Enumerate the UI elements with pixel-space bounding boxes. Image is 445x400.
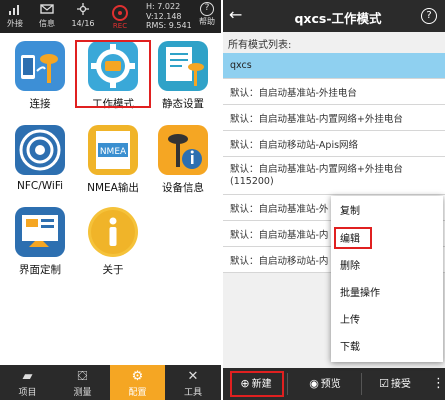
page-title: qxcs-工作模式 (294, 11, 382, 26)
tile-label: 界面定制 (19, 264, 61, 276)
tile-label: NFC/WiFi (16, 180, 64, 192)
list-item[interactable]: 默认：自启动移动站-Apis网络 (223, 131, 445, 157)
menu-item-download[interactable]: 下载 (331, 334, 443, 362)
satellite-count: 14/16 (71, 19, 95, 28)
checkbox-icon: ☑ (379, 377, 389, 390)
nav-label: 工具 (183, 388, 202, 398)
left-screen: 外接 信息 14/16 REC H: 7.022 V:12.148 RMS: 9… (0, 0, 221, 400)
nav-tools[interactable]: ✕ 工具 (165, 365, 221, 400)
info-device-icon (158, 125, 208, 175)
preview-button[interactable]: ◉ 预览 (295, 371, 355, 397)
eye-icon: ◉ (309, 377, 319, 390)
menu-item-batch[interactable]: 批量操作 (331, 280, 443, 308)
svg-text:NMEA: NMEA (100, 147, 127, 157)
context-menu: 复制 编辑 删除 批量操作 上传 下载 (331, 196, 443, 362)
precision-readout: H: 7.022 V:12.148 RMS: 9.541 (146, 2, 192, 31)
antenna-status[interactable]: 外接 (0, 2, 30, 29)
record-icon (112, 5, 128, 21)
edit-highlight (334, 227, 372, 249)
document-icon (158, 41, 208, 91)
help-icon[interactable]: ? (421, 8, 437, 24)
back-arrow-icon[interactable]: ← (229, 5, 242, 25)
record-label: REC (112, 22, 128, 30)
customize-icon (15, 207, 65, 257)
status-bar: 外接 信息 14/16 REC H: 7.022 V:12.148 RMS: 9… (0, 0, 221, 33)
tile-label: NMEA输出 (87, 182, 139, 194)
work-mode-highlight (75, 40, 151, 108)
tile-device-info[interactable]: 设备信息 (148, 117, 218, 195)
tools-icon: ✕ (187, 369, 199, 384)
measure-icon: ⛋ (77, 369, 88, 384)
list-item[interactable]: 默认：自启动基准站-外挂电台 (223, 79, 445, 105)
record-button[interactable]: REC (108, 3, 132, 31)
folder-icon: ▰ (22, 369, 33, 384)
h-value: H: 7.022 (146, 2, 181, 11)
antenna-label: 外接 (7, 19, 23, 28)
tile-nfc-wifi[interactable]: NFC/WiFi (5, 117, 75, 192)
gear-icon: ⚙ (131, 369, 144, 384)
tile-label: 静态设置 (162, 98, 204, 110)
menu-item-delete[interactable]: 删除 (331, 253, 443, 281)
wifi-icon (15, 125, 65, 175)
v-value: V:12.148 (146, 11, 182, 21)
about-icon (88, 207, 138, 257)
nav-project[interactable]: ▰ 项目 (0, 365, 55, 400)
tile-ui-customize[interactable]: 界面定制 (5, 199, 75, 277)
tile-nmea-output[interactable]: NMEA NMEA输出 (78, 117, 148, 195)
satellite-status[interactable]: 14/16 (68, 2, 98, 29)
bottom-nav: ▰ 项目 ⛋ 测量 ⚙ 配置 ✕ 工具 (0, 365, 221, 400)
tile-label: 设备信息 (162, 182, 204, 194)
nav-label: 测量 (73, 388, 92, 398)
nmea-icon: NMEA (88, 125, 138, 175)
tile-about[interactable]: 关于 (78, 199, 148, 277)
antenna-icon (0, 2, 30, 18)
list-item[interactable]: 默认：自启动基准站-内置网络+外挂电台 (223, 105, 445, 131)
message-icon (32, 2, 62, 18)
help-label: 帮助 (199, 17, 215, 26)
tile-label: 连接 (29, 98, 51, 110)
nav-measure[interactable]: ⛋ 测量 (55, 365, 110, 400)
header-bar: ← qxcs-工作模式 ? (223, 0, 445, 32)
nav-label: 配置 (128, 388, 147, 398)
menu-item-upload[interactable]: 上传 (331, 307, 443, 335)
satellite-icon (68, 2, 98, 18)
new-highlight (230, 371, 284, 397)
tile-label: 关于 (102, 264, 124, 276)
message-status[interactable]: 信息 (32, 2, 62, 29)
connect-icon (15, 41, 65, 91)
help-icon: ? (200, 2, 214, 16)
tile-static-settings[interactable]: 静态设置 (148, 33, 218, 111)
message-label: 信息 (39, 19, 55, 28)
list-item[interactable]: qxcs (223, 53, 445, 79)
list-header: 所有模式列表: (228, 40, 292, 51)
nav-config[interactable]: ⚙ 配置 (110, 365, 165, 400)
menu-item-copy[interactable]: 复制 (331, 198, 443, 226)
nav-label: 项目 (18, 388, 37, 398)
rms-value: RMS: 9.541 (146, 21, 192, 30)
help-button[interactable]: ? 帮助 (195, 2, 219, 28)
more-vert-icon[interactable]: ⋮ (432, 371, 445, 397)
tile-connect[interactable]: 连接 (5, 33, 75, 111)
accept-button[interactable]: ☑ 接受 (367, 371, 423, 397)
list-item[interactable]: 默认：自启动基准站-内置网络+外挂电台(115200) (223, 157, 445, 195)
